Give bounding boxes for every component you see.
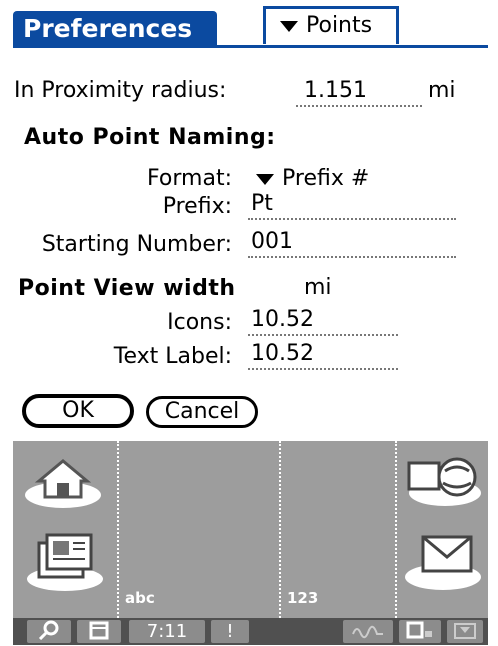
auto-naming-heading: Auto Point Naming: <box>24 125 276 150</box>
form-title: Preferences <box>13 11 217 47</box>
icons-width-value: 10.52 <box>251 307 314 332</box>
alert-icon[interactable]: ! <box>211 620 249 643</box>
prefix-value: Pt <box>251 191 273 216</box>
text-label-width-field[interactable]: 10.52 <box>248 340 398 370</box>
view-width-unit: mi <box>304 275 332 300</box>
category-label: Points <box>306 13 373 38</box>
mail-icon[interactable] <box>401 527 485 593</box>
prefix-field[interactable]: Pt <box>248 190 456 220</box>
title-underline <box>13 45 488 48</box>
starting-number-value: 001 <box>251 229 293 254</box>
graffiti-numeric-area[interactable]: 123 <box>281 441 395 618</box>
numeric-area-label: 123 <box>287 589 319 607</box>
graffiti-alpha-area[interactable]: abc <box>119 441 279 618</box>
starting-number-field[interactable]: 001 <box>248 228 456 258</box>
format-label: Format: <box>147 166 232 191</box>
input-toggle-icon[interactable] <box>399 620 441 643</box>
search-icon[interactable] <box>27 620 71 643</box>
view-width-heading: Point View width <box>18 276 236 301</box>
menu-bar-icon[interactable] <box>77 620 121 643</box>
fullscreen-icon[interactable] <box>447 620 483 643</box>
dropdown-triangle-icon <box>280 20 298 32</box>
menu-icon[interactable] <box>25 527 109 593</box>
globe-sync-icon[interactable] <box>401 451 485 511</box>
format-popup-trigger[interactable]: Prefix # <box>256 165 369 193</box>
graffiti-area: abc 123 <box>13 441 488 618</box>
proximity-label: In Proximity radius: <box>14 78 227 103</box>
format-value: Prefix # <box>282 166 370 191</box>
home-icon[interactable] <box>23 451 107 511</box>
proximity-unit: mi <box>428 78 456 103</box>
cancel-button[interactable]: Cancel <box>146 396 258 428</box>
category-popup-trigger[interactable]: Points <box>263 6 399 44</box>
divider <box>395 441 397 618</box>
status-bar: 7:11 ! <box>13 618 488 645</box>
starting-number-label: Starting Number: <box>41 232 232 257</box>
icons-width-field[interactable]: 10.52 <box>248 306 398 336</box>
palm-screen: Preferences Points In Proximity radius: … <box>0 0 498 645</box>
text-label-label: Text Label: <box>113 344 232 369</box>
prefix-label: Prefix: <box>162 194 232 219</box>
text-label-width-value: 10.52 <box>251 341 314 366</box>
signature-icon[interactable] <box>343 620 393 643</box>
alpha-area-label: abc <box>125 589 155 607</box>
ok-button[interactable]: OK <box>22 394 134 428</box>
dropdown-triangle-icon <box>256 173 274 185</box>
icons-label: Icons: <box>167 310 232 335</box>
proximity-field[interactable]: 1.151 <box>296 77 422 107</box>
proximity-value: 1.151 <box>304 78 367 103</box>
clock-display[interactable]: 7:11 <box>129 620 205 643</box>
